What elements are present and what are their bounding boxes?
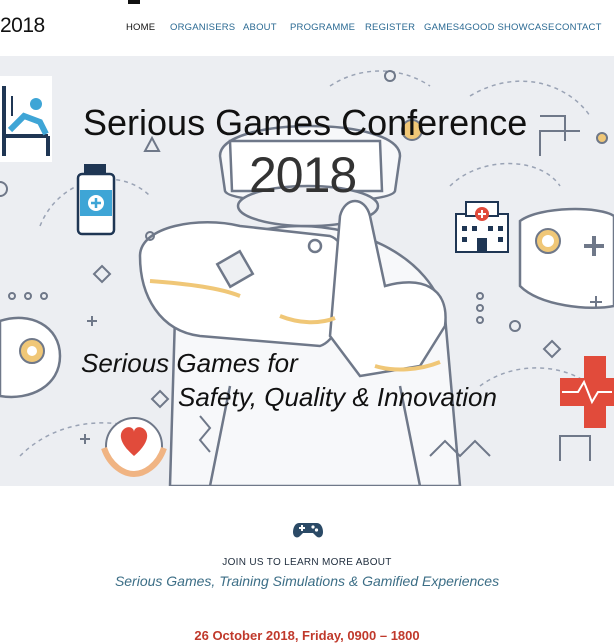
site-brand[interactable]: 2018 <box>0 14 45 38</box>
nav-about[interactable]: ABOUT <box>243 22 277 33</box>
nav-programme[interactable]: PROGRAMME <box>290 22 355 33</box>
hero-year: 2018 <box>249 147 357 203</box>
game-controller-icon <box>518 207 614 310</box>
nav-contact[interactable]: CONTACT <box>555 22 602 33</box>
patient-bed-icon <box>0 76 52 162</box>
intro-subheading: Serious Games, Training Simulations & Ga… <box>114 573 500 589</box>
nav-home[interactable]: HOME <box>126 22 155 33</box>
nav-organisers[interactable]: ORGANISERS <box>170 22 235 33</box>
site-header: 2018 HOME ORGANISERS ABOUT PROGRAMME REG… <box>0 0 614 56</box>
nav-games4good-showcase[interactable]: GAMES4GOOD SHOWCASE <box>424 22 555 33</box>
event-date: 26 October 2018, Friday, 0900 – 1800 <box>194 628 420 643</box>
active-nav-indicator <box>128 0 140 4</box>
nav-register[interactable]: REGISTER <box>365 22 415 33</box>
hero-tagline-line1: Serious Games for <box>81 348 298 378</box>
heartbeat-cross-icon <box>560 356 614 428</box>
heart-in-hands-icon <box>101 417 167 478</box>
medicine-bottle-icon <box>76 164 116 236</box>
hero-banner: Serious Games Conference 2018 Serious Ga… <box>0 56 614 486</box>
intro-heading: JOIN US TO LEARN MORE ABOUT <box>222 557 392 568</box>
gamepad-icon <box>293 523 323 538</box>
hero-tagline-line2: Safety, Quality & Innovation <box>178 382 497 412</box>
hospital-icon <box>455 201 509 253</box>
hero-title: Serious Games Conference <box>83 102 528 143</box>
